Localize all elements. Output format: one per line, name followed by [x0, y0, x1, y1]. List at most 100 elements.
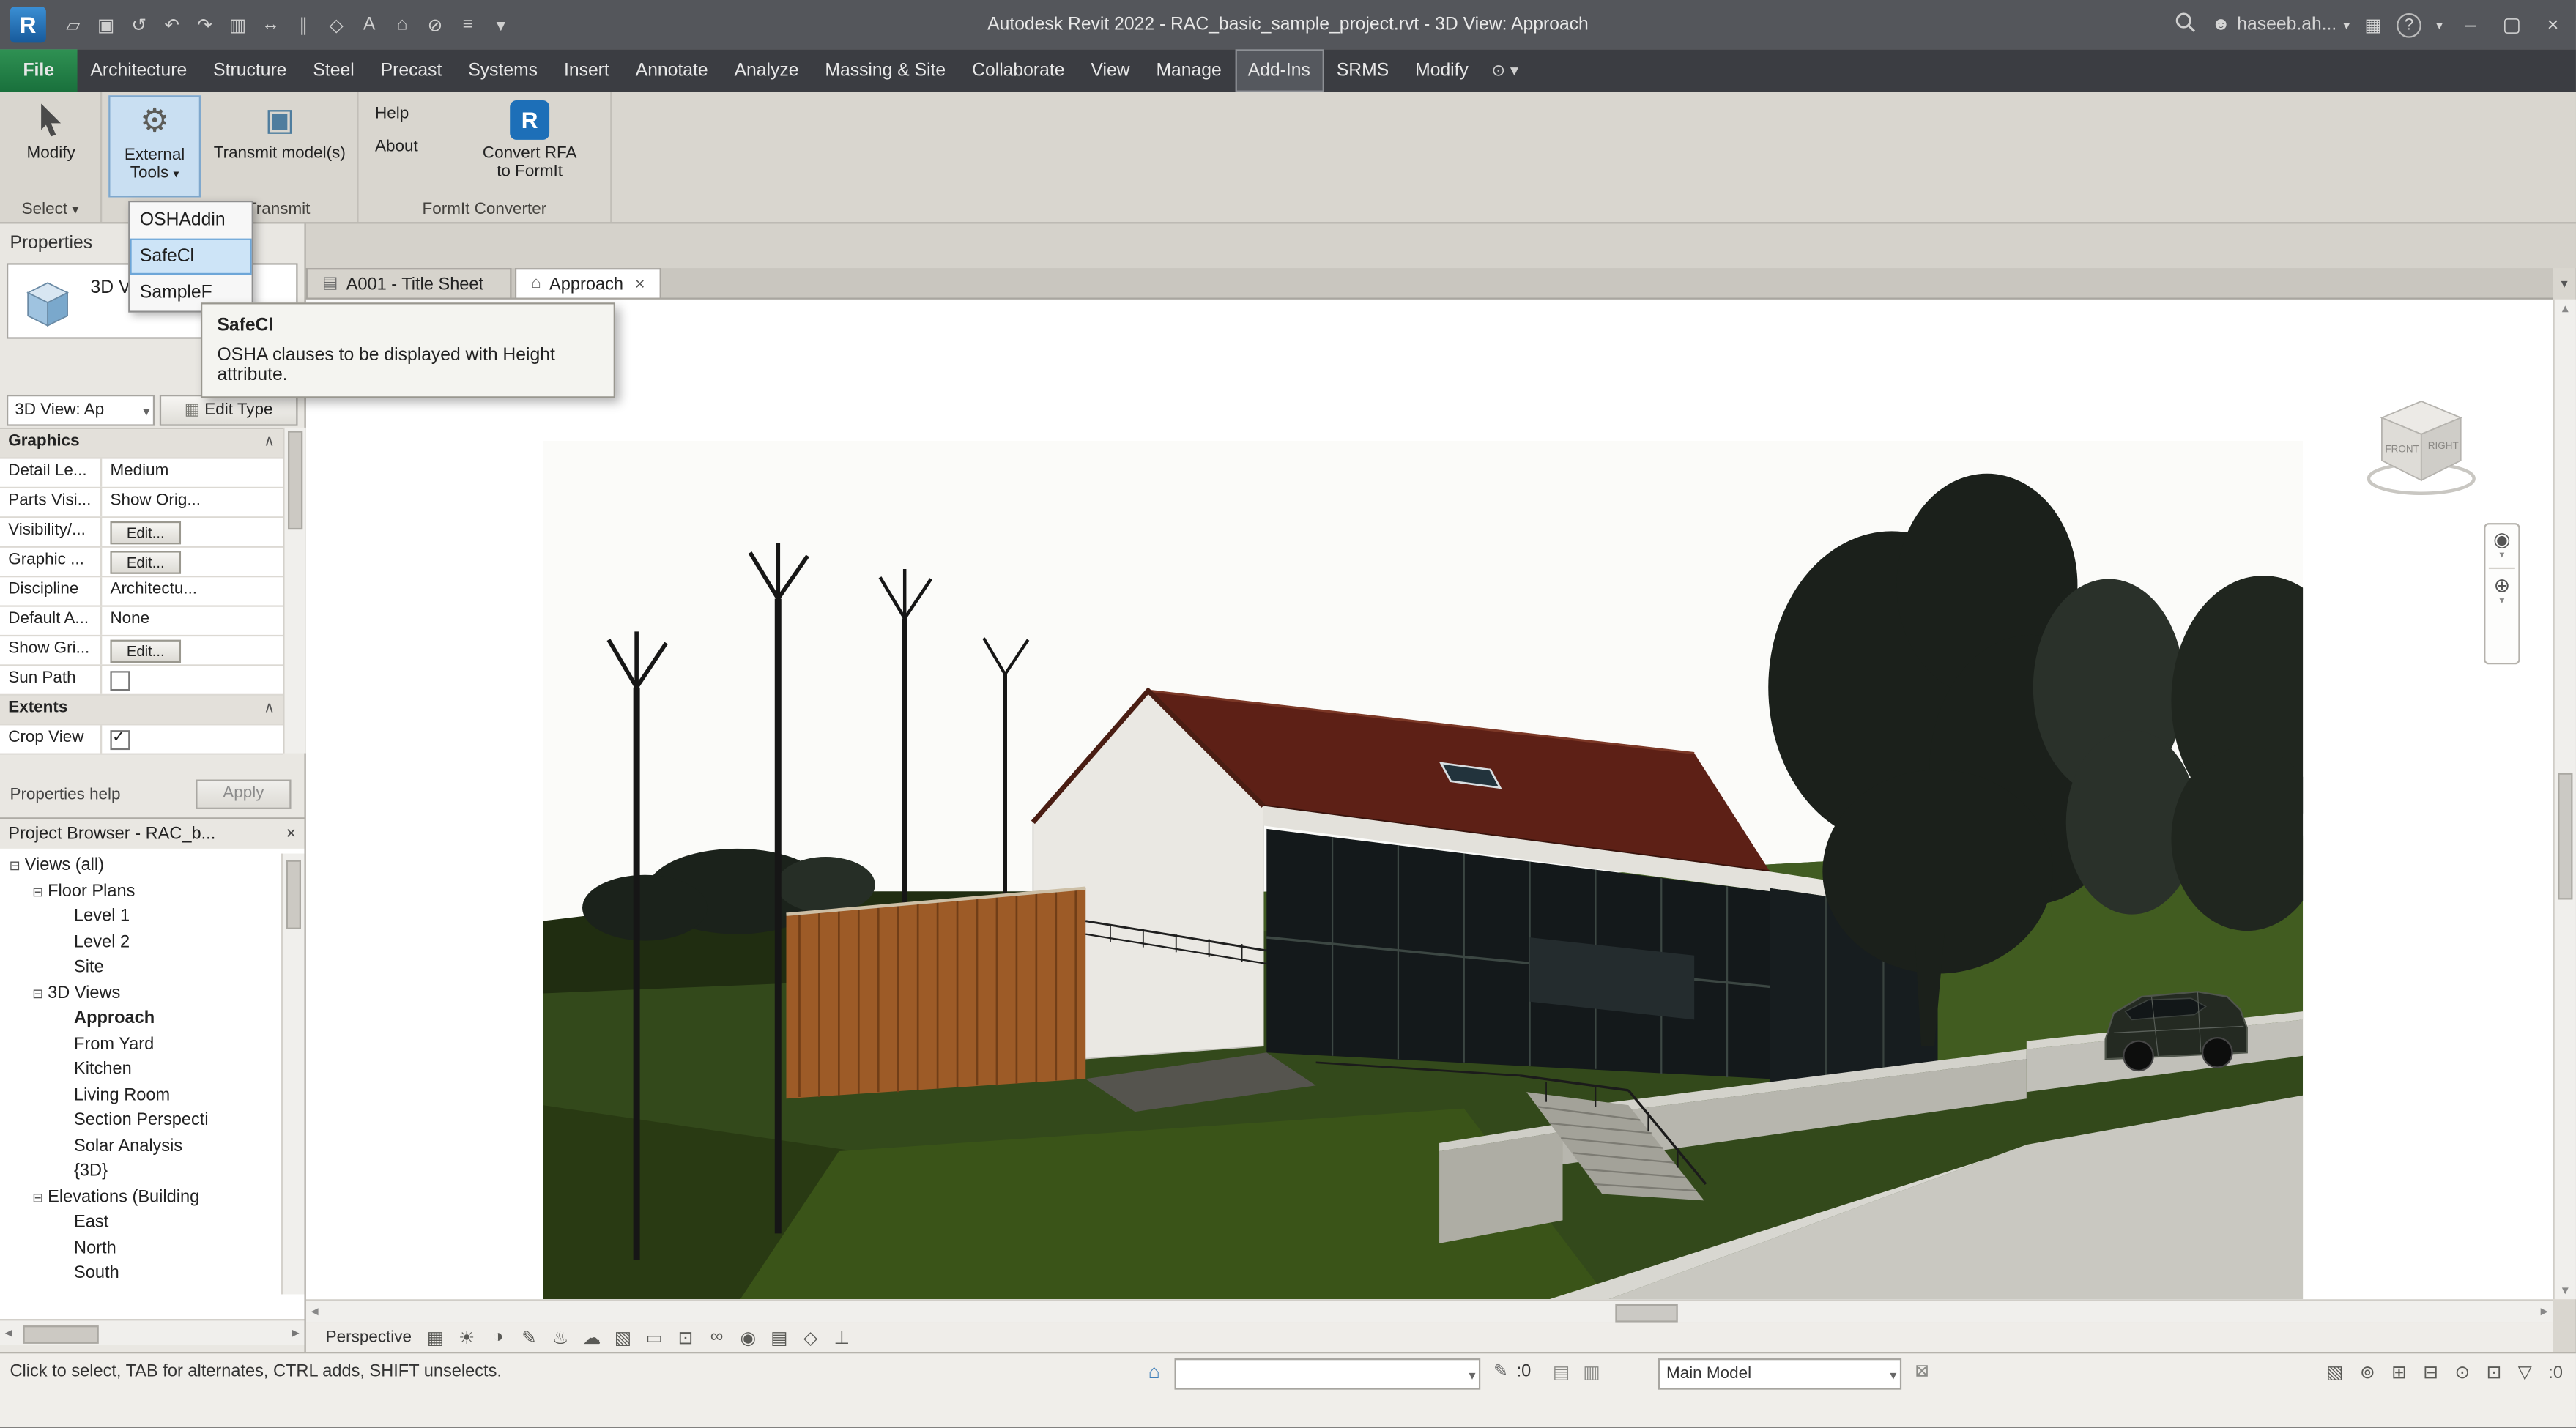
render-gallery-icon[interactable]: ▧ — [612, 1326, 634, 1347]
3d-scene[interactable] — [543, 440, 2304, 1300]
view-tab[interactable]: ⌂ Approach × — [514, 268, 661, 298]
scroll-up-icon[interactable]: ▴ — [2555, 301, 2576, 316]
exclude-options-icon[interactable]: ⊠ — [1915, 1362, 1929, 1382]
scroll-left-icon[interactable]: ◂ — [5, 1324, 12, 1342]
property-value[interactable]: Medium — [102, 459, 283, 487]
zoom-button[interactable]: ⊕ ▾ — [2494, 575, 2511, 607]
property-section-graphics[interactable]: Graphics ∧ — [0, 429, 283, 459]
ribbon-tab[interactable]: Massing & Site — [812, 49, 959, 92]
tag-icon[interactable]: ◇ — [322, 14, 350, 35]
tree-item[interactable]: South — [0, 1262, 283, 1287]
tree-item[interactable]: Level 1 — [0, 904, 283, 930]
drawing-area[interactable]: FRONT RIGHT ◉ ▾ ⊕ ▾ — [305, 299, 2553, 1300]
account-menu[interactable]: ☻ haseeb.ah... ▾ — [2211, 15, 2350, 34]
worksharing-display-icon[interactable]: ▧ — [2326, 1362, 2343, 1383]
crop-view-checkbox[interactable] — [110, 729, 130, 751]
scroll-left-icon[interactable]: ◂ — [311, 1303, 318, 1321]
ribbon-tab[interactable]: Add-Ins — [1234, 49, 1324, 92]
thin-lines-icon[interactable]: ≡ — [454, 15, 482, 34]
close-button[interactable]: × — [2540, 13, 2566, 36]
project-browser-scrollbar[interactable] — [281, 853, 305, 1295]
scroll-thumb[interactable] — [23, 1325, 99, 1344]
panel-label-select[interactable]: Select ▾ — [0, 197, 100, 222]
tree-item[interactable]: {3D} — [0, 1159, 283, 1185]
view-tab[interactable]: ▤ A001 - Title Sheet — [305, 268, 512, 298]
show-crop-region-icon[interactable]: ⊡ — [675, 1326, 696, 1347]
properties-scrollbar[interactable] — [283, 427, 306, 754]
tree-item[interactable]: Solar Analysis — [0, 1134, 283, 1159]
scroll-thumb[interactable] — [2558, 773, 2573, 900]
project-browser-header[interactable]: Project Browser - RAC_b... × — [0, 819, 305, 849]
scroll-right-icon[interactable]: ▸ — [2541, 1303, 2548, 1321]
about-button[interactable]: About — [368, 135, 425, 161]
tree-item[interactable]: From Yard — [0, 1032, 283, 1057]
tree-expander-icon[interactable]: ⊟ — [28, 879, 48, 904]
editable-only-icon[interactable]: ✎ — [1493, 1362, 1508, 1382]
tree-item[interactable]: ⊟ Floor Plans — [0, 879, 283, 904]
edit-button[interactable]: Edit... — [110, 521, 182, 545]
save-icon[interactable]: ▣ — [92, 14, 120, 35]
menu-item[interactable]: OSHAddin — [130, 202, 251, 238]
select-underlay-elements-icon[interactable]: ⊟ — [2423, 1362, 2438, 1383]
select-pinned-elements-icon[interactable]: ⊙ — [2454, 1362, 2470, 1383]
filter-icon[interactable]: ▽ — [2518, 1362, 2532, 1383]
show-worksets-icon[interactable]: ▤ — [1553, 1362, 1570, 1383]
scroll-down-icon[interactable]: ▾ — [2555, 1283, 2576, 1298]
canvas-vertical-scrollbar[interactable]: ▴ ▾ — [2553, 299, 2576, 1300]
edit-button[interactable]: Edit... — [110, 551, 182, 574]
default-3d-view-icon[interactable]: ⌂ — [388, 15, 416, 34]
ribbon-tab[interactable]: Analyze — [721, 49, 812, 92]
active-workset-combo[interactable]: ▾ — [1174, 1358, 1481, 1390]
property-section-extents[interactable]: Extents ∧ — [0, 695, 283, 726]
help-icon[interactable]: ? — [2397, 12, 2421, 37]
scroll-right-icon[interactable]: ▸ — [292, 1324, 300, 1342]
convert-rfa-button[interactable]: R Convert RFA to FormIt — [461, 95, 599, 197]
ribbon-tab[interactable]: Manage — [1143, 49, 1235, 92]
tree-item[interactable]: Site — [0, 956, 283, 981]
shadows-icon[interactable]: ◑ — [487, 1327, 508, 1347]
viewcube[interactable]: FRONT RIGHT — [2362, 385, 2481, 504]
text-icon[interactable]: A — [355, 15, 383, 34]
maximize-button[interactable]: ▢ — [2498, 13, 2525, 36]
tree-item[interactable]: Section Perspecti — [0, 1109, 283, 1134]
left-panel-hscrollbar[interactable]: ◂ ▸ — [0, 1319, 305, 1346]
edit-button[interactable]: Edit... — [110, 639, 182, 663]
sun-path-checkbox[interactable] — [110, 671, 130, 691]
temporary-hide-isolate-icon[interactable]: ∞ — [706, 1327, 727, 1347]
properties-help-link[interactable]: Properties help — [10, 786, 120, 804]
close-icon[interactable]: × — [635, 274, 645, 294]
scroll-thumb[interactable] — [1615, 1304, 1678, 1323]
render-icon[interactable]: ♨ — [550, 1326, 571, 1347]
tree-item[interactable]: ⊟ Views (all) — [0, 854, 283, 880]
design-options-combo[interactable]: Main Model ▾ — [1658, 1358, 1902, 1390]
reveal-constraints-icon[interactable]: ⊥ — [831, 1326, 853, 1347]
property-value[interactable]: None — [102, 607, 283, 635]
ribbon-tab[interactable]: Structure — [200, 49, 300, 92]
edit-type-button[interactable]: ▦ Edit Type — [159, 394, 298, 426]
ribbon-tab[interactable]: Annotate — [623, 49, 721, 92]
ribbon-tab[interactable]: SRMS — [1324, 49, 1402, 92]
menu-item[interactable]: SafeCl — [130, 238, 252, 275]
apply-button[interactable]: Apply — [196, 779, 292, 809]
tree-expander-icon[interactable]: ⊟ — [5, 854, 25, 880]
undo-icon[interactable]: ↶ — [158, 14, 186, 35]
canvas-horizontal-scrollbar[interactable]: ◂ ▸ — [305, 1299, 2553, 1323]
view-scale-label[interactable]: Perspective — [326, 1328, 412, 1346]
sun-path-icon[interactable]: ☀ — [456, 1326, 478, 1347]
redo-icon[interactable]: ↷ — [191, 14, 219, 35]
tree-item[interactable]: North — [0, 1236, 283, 1262]
app-store-icon[interactable]: ▦ — [2365, 14, 2382, 35]
sync-with-central-icon[interactable]: ↺ — [125, 14, 153, 35]
tree-expander-icon[interactable]: ⊟ — [28, 1185, 48, 1211]
property-value[interactable]: Show Orig... — [102, 488, 283, 516]
modify-tab-extra[interactable]: ⊙ ▾ — [1482, 49, 1529, 92]
drag-elements-on-selection-icon[interactable]: ⊡ — [2487, 1362, 2502, 1383]
view-selector-combo[interactable]: 3D View: Ap ▾ — [6, 394, 155, 426]
ribbon-tab[interactable]: View — [1077, 49, 1143, 92]
tree-item[interactable]: Level 2 — [0, 930, 283, 956]
ribbon-tab[interactable]: Modify — [1402, 49, 1482, 92]
reveal-hidden-elements-icon[interactable]: ◉ — [738, 1326, 759, 1347]
ribbon-tab[interactable]: Steel — [300, 49, 367, 92]
ribbon-tab[interactable]: Precast — [368, 49, 456, 92]
tree-item[interactable]: East — [0, 1211, 283, 1236]
